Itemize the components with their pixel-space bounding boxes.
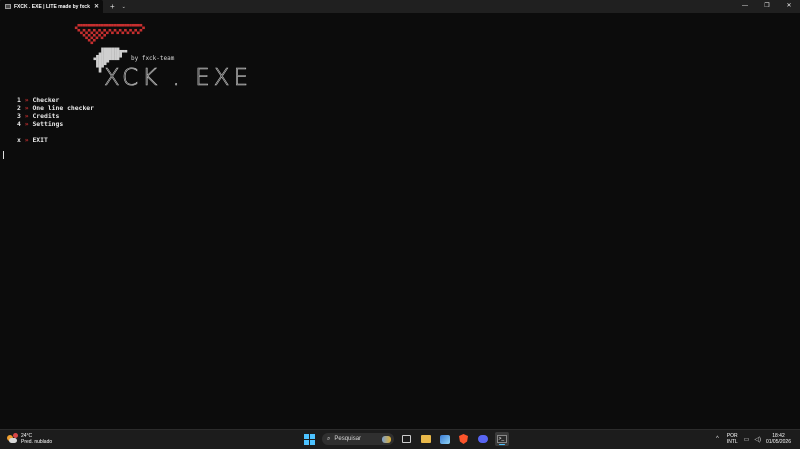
volume-icon[interactable]: ◁) — [754, 436, 761, 443]
taskbar-apps: ⌕ Pesquisar >_ — [300, 432, 511, 446]
weather-icon — [7, 432, 18, 444]
search-box[interactable]: ⌕ Pesquisar — [322, 433, 394, 445]
active-indicator — [498, 443, 505, 445]
menu-item: 2 » One line checker — [17, 104, 94, 112]
terminal-content[interactable]: ▄▀▀▀▀▀▀▀▀▀▀▀▀▀▀▀▀▀▀▀▀▀▀▀▀▀▄ ▀▄▀▄▀▄▀▄▀▄▀▄… — [0, 13, 800, 429]
terminal-icon — [5, 4, 11, 9]
chevron-up-icon[interactable]: ^ — [716, 436, 719, 442]
menu-item: 4 » Settings — [17, 120, 64, 128]
taskbar: 24°C Pred. nublado ⌕ Pesquisar >_ ^ POR … — [0, 429, 800, 449]
weather-description: Pred. nublado — [21, 439, 53, 445]
clock[interactable]: 18:42 01/05/2026 — [766, 433, 791, 445]
weather-widget[interactable]: 24°C Pred. nublado — [7, 432, 53, 445]
title-bar: FXCK . EXE | LITE made by fxck ✕ + ⌄ — ❐… — [0, 0, 800, 13]
window-controls: — ❐ ✕ — [734, 0, 800, 13]
photos-icon — [439, 434, 450, 444]
folder-icon — [420, 435, 431, 443]
menu-item: 1 » Checker — [17, 96, 60, 104]
terminal-icon: >_ — [496, 435, 507, 443]
main-menu: 1 » Checker 2 » One line checker 3 » Cre… — [17, 96, 94, 144]
ascii-logo-red: ▄▀▀▀▀▀▀▀▀▀▀▀▀▀▀▀▀▀▀▀▀▀▀▀▀▀▄ ▀▄▀▄▀▄▀▄▀▄▀▄… — [74, 25, 145, 45]
menu-item-exit: x » EXIT — [17, 136, 48, 144]
text-cursor — [3, 151, 4, 159]
search-icon: ⌕ — [327, 435, 331, 442]
new-tab-button[interactable]: + — [110, 0, 115, 13]
discord-icon — [477, 435, 488, 443]
task-view-button[interactable] — [400, 432, 414, 446]
brave-icon — [459, 434, 468, 444]
clock-date: 01/05/2026 — [765, 439, 791, 445]
discord-button[interactable] — [476, 432, 490, 446]
brave-browser-button[interactable] — [457, 432, 471, 446]
start-button[interactable] — [303, 432, 317, 446]
network-icon[interactable]: ▭ — [744, 436, 750, 443]
file-explorer-button[interactable] — [419, 432, 433, 446]
close-tab-icon[interactable]: ✕ — [94, 3, 99, 10]
tab-title: FXCK . EXE | LITE made by fxck — [14, 3, 90, 10]
photos-button[interactable] — [438, 432, 452, 446]
system-tray: ^ POR INTL ▭ ◁) 18:42 01/05/2026 — [716, 433, 796, 445]
chevron-down-icon[interactable]: ⌄ — [122, 4, 126, 10]
tab-terminal[interactable]: FXCK . EXE | LITE made by fxck ✕ — [0, 0, 103, 13]
keyboard-layout: INTL — [726, 439, 738, 445]
byline-text: by fxck-team — [131, 55, 175, 62]
minimize-button[interactable]: — — [734, 0, 756, 13]
language-indicator[interactable]: POR INTL — [727, 433, 738, 445]
search-highlight-icon — [382, 435, 391, 443]
ascii-title: XCK . EXE — [104, 65, 252, 91]
maximize-button[interactable]: ❐ — [756, 0, 778, 13]
windows-icon — [304, 433, 315, 445]
search-placeholder: Pesquisar — [334, 436, 362, 442]
menu-item: 3 » Credits — [17, 112, 60, 120]
close-button[interactable]: ✕ — [778, 0, 800, 13]
task-view-icon — [402, 435, 411, 443]
terminal-button[interactable]: >_ — [494, 432, 509, 446]
